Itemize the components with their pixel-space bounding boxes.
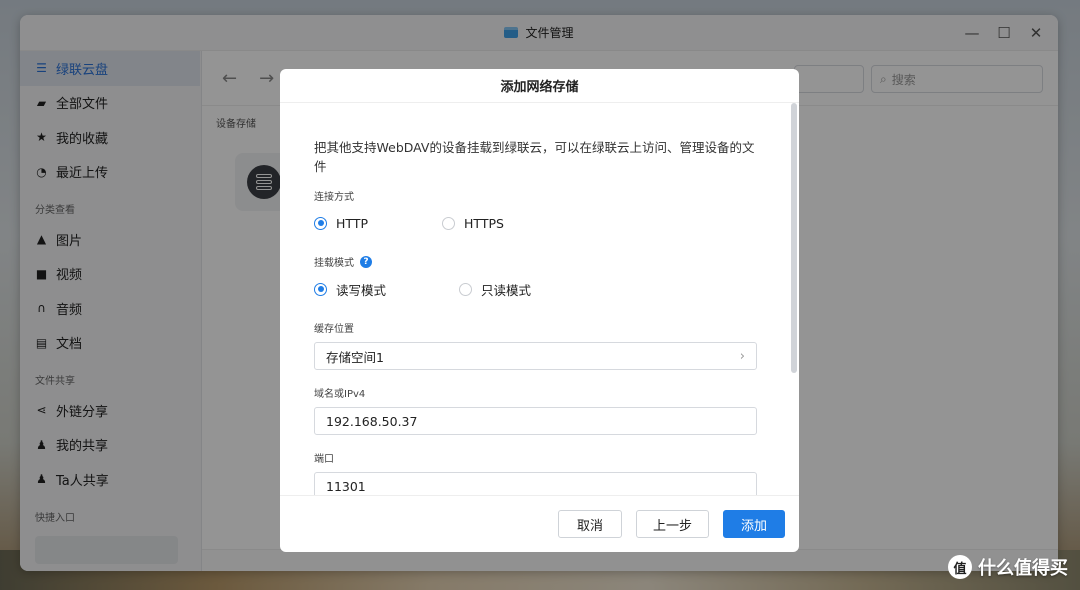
dialog-intro: 把其他支持WebDAV的设备挂载到绿联云，可以在绿联云上访问、管理设备的文件 <box>314 140 755 174</box>
mount-mode-text: 挂载模式 <box>314 258 354 269</box>
radio-label: HTTP <box>336 215 368 231</box>
radio-http[interactable]: HTTP <box>314 216 442 231</box>
radio-label: 读写模式 <box>336 282 387 298</box>
dialog-title: 添加网络存储 <box>280 69 799 103</box>
dialog-body: 把其他支持WebDAV的设备挂载到绿联云，可以在绿联云上访问、管理设备的文件 连… <box>280 103 799 495</box>
radio-label: 只读模式 <box>481 282 532 298</box>
previous-step-button[interactable]: 上一步 <box>636 510 709 538</box>
radio-read-only[interactable]: 只读模式 <box>459 280 531 299</box>
chevron-right-icon: › <box>739 348 745 364</box>
add-button[interactable]: 添加 <box>723 510 785 538</box>
port-label: 端口 <box>314 454 334 465</box>
dialog-footer: 取消 上一步 添加 <box>280 495 799 552</box>
host-value: 192.168.50.37 <box>326 413 418 429</box>
port-input[interactable]: 11301 <box>314 472 757 495</box>
cache-location-label: 缓存位置 <box>314 324 354 335</box>
port-value: 11301 <box>326 478 366 494</box>
cancel-button[interactable]: 取消 <box>558 510 622 538</box>
watermark-logo: 值 <box>948 555 972 579</box>
site-watermark: 值 什么值得买 <box>948 554 1068 580</box>
help-icon[interactable]: ? <box>360 255 372 268</box>
radio-read-write[interactable]: 读写模式 <box>314 280 459 299</box>
add-network-storage-dialog: 添加网络存储 把其他支持WebDAV的设备挂载到绿联云，可以在绿联云上访问、管理… <box>280 69 799 552</box>
cache-location-value: 存储空间1 <box>326 349 384 365</box>
host-label: 域名或IPv4 <box>314 389 366 400</box>
cache-location-select[interactable]: 存储空间1 › <box>314 342 757 370</box>
dialog-scrollbar[interactable] <box>791 103 797 373</box>
watermark-text: 什么值得买 <box>978 558 1068 579</box>
connection-label: 连接方式 <box>314 192 354 203</box>
host-input[interactable]: 192.168.50.37 <box>314 407 757 435</box>
mount-mode-label: 挂载模式 ? <box>314 254 757 269</box>
radio-https[interactable]: HTTPS <box>442 216 504 231</box>
radio-label: HTTPS <box>464 215 504 231</box>
